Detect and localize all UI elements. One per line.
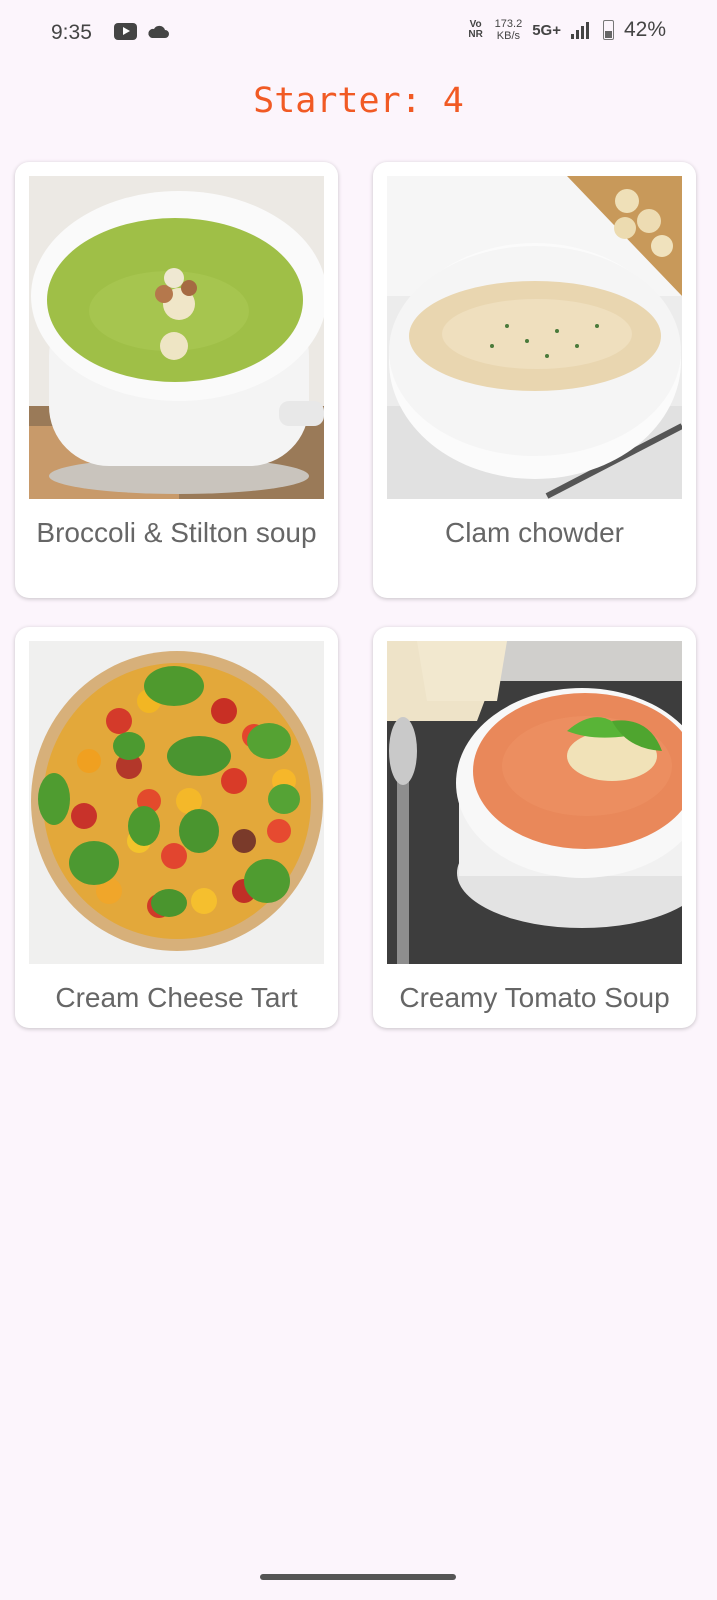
battery-icon: [602, 20, 614, 40]
broccoli-soup-photo: [29, 176, 324, 499]
speed-value: 173.2: [494, 18, 523, 30]
network-type-label: VoNR: [468, 19, 483, 40]
clam-chowder-photo: [387, 176, 682, 499]
cellular-type: 5G+: [532, 21, 561, 39]
tomato-tart-photo: [29, 641, 324, 964]
signal-icon: [570, 21, 593, 39]
home-indicator[interactable]: [260, 1574, 456, 1580]
status-time: 9:35: [51, 21, 92, 44]
recipe-card-creamy-tomato-soup[interactable]: Creamy Tomato Soup: [373, 627, 696, 1028]
page-title: Starter: 4: [253, 81, 464, 121]
cloud-icon: [148, 25, 169, 38]
status-right: VoNR 173.2 KB/s 5G+ 42%: [467, 18, 666, 42]
notification-icons: [114, 23, 169, 40]
recipe-name: Cream Cheese Tart: [55, 982, 298, 1013]
recipe-card-clam-chowder[interactable]: Clam chowder: [373, 162, 696, 598]
recipe-card-cream-cheese-tart[interactable]: Cream Cheese Tart: [15, 627, 338, 1028]
recipe-card-broccoli-stilton-soup[interactable]: Broccoli & Stilton soup: [15, 162, 338, 598]
youtube-icon: [114, 23, 137, 40]
recipe-name: Creamy Tomato Soup: [399, 982, 670, 1013]
vonr-indicator: VoNR: [467, 20, 485, 40]
network-speed: 173.2 KB/s: [495, 18, 523, 42]
recipe-name: Broccoli & Stilton soup: [36, 517, 317, 548]
tomato-soup-photo: [387, 641, 682, 964]
battery-percent: 42%: [623, 18, 666, 41]
recipe-name: Clam chowder: [445, 517, 624, 548]
status-bar: 9:35 VoNR 173.2 KB/s 5G+ 42%: [0, 0, 717, 66]
speed-unit: KB/s: [496, 30, 521, 42]
